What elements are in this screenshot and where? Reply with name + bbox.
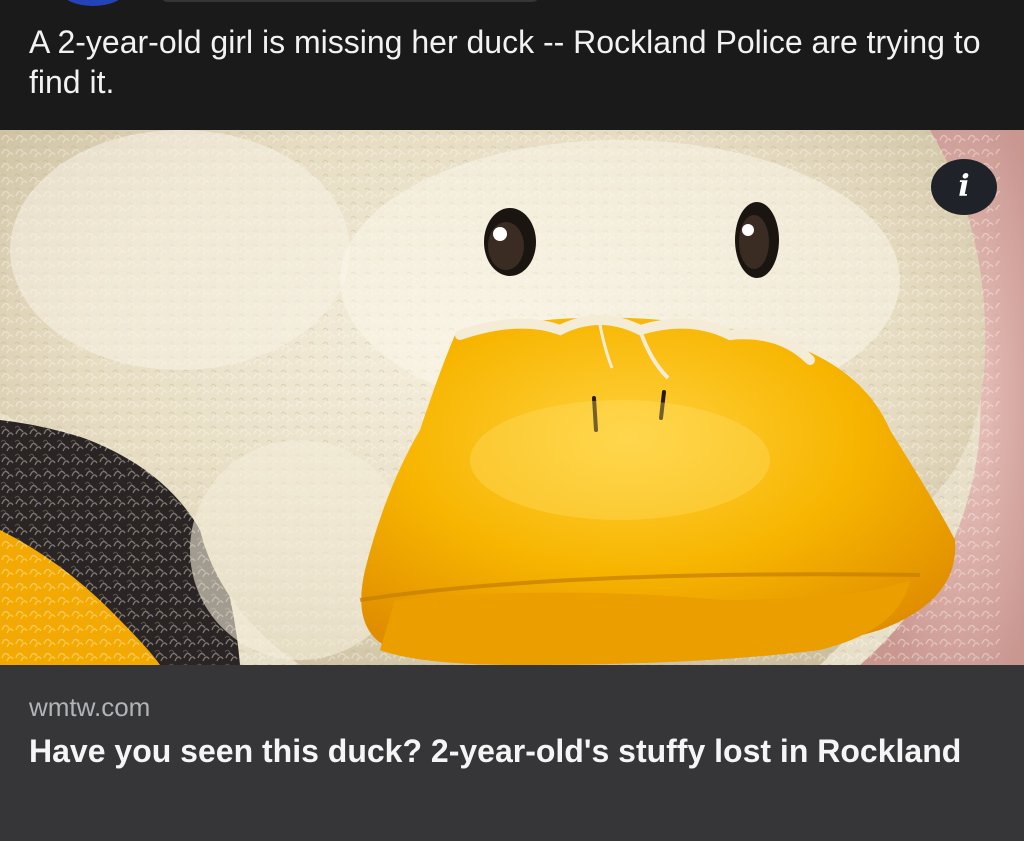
- link-domain: wmtw.com: [29, 692, 151, 722]
- info-button[interactable]: i: [931, 159, 997, 215]
- duck-illustration: [0, 130, 1024, 665]
- avatar[interactable]: [62, 0, 124, 6]
- link-headline[interactable]: Have you seen this duck? 2-year-old's st…: [29, 729, 989, 773]
- post-card: A 2-year-old girl is missing her duck --…: [0, 0, 1024, 841]
- post-header-text: [160, 0, 540, 2]
- info-icon: i: [958, 169, 970, 204]
- link-preview[interactable]: wmtw.com Have you seen this duck? 2-year…: [0, 665, 1024, 841]
- post-caption: A 2-year-old girl is missing her duck --…: [29, 24, 981, 100]
- duck-eye-right: [735, 202, 779, 278]
- duck-eye-left: [484, 208, 536, 276]
- stuffed-duck-photo[interactable]: [0, 130, 1024, 665]
